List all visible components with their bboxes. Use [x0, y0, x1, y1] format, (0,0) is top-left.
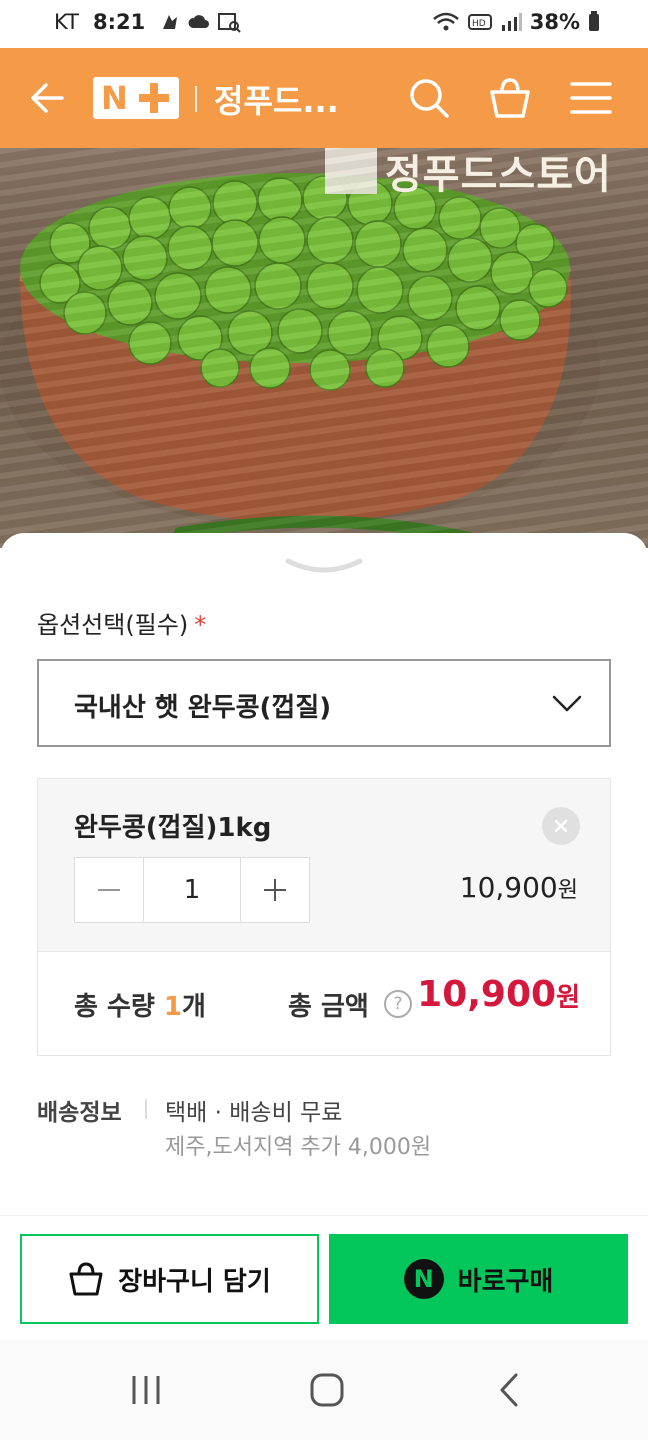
menu-icon[interactable]: [569, 76, 613, 120]
help-icon[interactable]: ?: [384, 990, 412, 1018]
item-price: 10,900원: [459, 871, 578, 904]
status-bar: KT 8:21 HD 38%: [0, 0, 648, 48]
store-header: N 정푸드...: [0, 48, 648, 148]
gallery-icon: [218, 13, 241, 33]
buy-now-label: 바로구매: [457, 1266, 554, 1297]
status-right: HD 38%: [432, 10, 600, 34]
shopping-bag-icon[interactable]: [488, 76, 532, 120]
naver-plus-logo[interactable]: N: [93, 77, 179, 119]
total-amount: 10,900원: [417, 974, 580, 1015]
option-select[interactable]: 국내산 햇 완두콩(껍질): [37, 659, 611, 747]
wifi-icon: [432, 12, 459, 31]
selected-item: 완두콩(껍질)1kg 1 10,900원: [37, 778, 611, 952]
shipping-extra-fee: 제주,도서지역 추가 4,000원: [165, 1135, 432, 1160]
quantity-input[interactable]: 1: [143, 858, 241, 922]
hd-icon: HD: [467, 14, 492, 30]
header-divider: [195, 86, 197, 112]
cloud-icon: [188, 15, 210, 28]
buy-now-button[interactable]: N 바로구매: [329, 1234, 628, 1324]
notification-app-icon: [163, 15, 178, 29]
required-mark: *: [194, 611, 207, 639]
system-nav-bar: [0, 1340, 648, 1440]
increase-button[interactable]: [241, 858, 309, 922]
recent-apps-icon[interactable]: [126, 1370, 166, 1410]
battery-icon: [589, 11, 599, 31]
product-image[interactable]: 정푸드스토어: [0, 148, 648, 548]
svg-text:HD: HD: [472, 19, 486, 29]
naver-pay-icon: N: [403, 1259, 444, 1299]
decrease-button[interactable]: [75, 858, 143, 922]
item-name: 완두콩(껍질)1kg: [74, 813, 272, 843]
shopping-bag-icon: [69, 1262, 103, 1296]
close-icon: [554, 819, 568, 833]
logo-n-letter: N: [101, 79, 128, 117]
back-arrow-icon[interactable]: [28, 78, 68, 118]
add-to-cart-label: 장바구니 담기: [118, 1266, 271, 1297]
add-to-cart-button[interactable]: 장바구니 담기: [20, 1234, 319, 1324]
back-nav-icon[interactable]: [490, 1370, 530, 1410]
notification-icons: [159, 11, 241, 33]
clock: 8:21: [92, 10, 146, 34]
shipping-method: 택배 · 배송비 무료: [165, 1100, 343, 1126]
minus-icon: [98, 889, 120, 891]
search-icon[interactable]: [407, 76, 451, 120]
store-watermark: 정푸드스토어: [385, 151, 612, 198]
purchase-action-bar: 장바구니 담기 N 바로구매: [0, 1215, 648, 1340]
shipping-divider: [145, 1099, 147, 1119]
total-amount-label: 총 금액: [288, 992, 369, 1022]
carrier-label: KT: [54, 10, 79, 34]
plus-icon: [264, 879, 286, 901]
chevron-down-icon: [552, 695, 582, 712]
home-icon[interactable]: [307, 1370, 347, 1410]
collapse-chevron-icon[interactable]: [284, 555, 364, 579]
total-quantity: 총 수량 1개: [74, 992, 206, 1022]
selected-option: 국내산 햇 완두콩(껍질): [74, 693, 332, 723]
store-title[interactable]: 정푸드...: [214, 76, 339, 122]
option-label: 옵션선택(필수) *: [37, 611, 207, 639]
signal-icon: [501, 13, 522, 31]
total-quantity-value: 1: [163, 992, 182, 1022]
battery-percent: 38%: [529, 10, 580, 34]
option-sheet: 옵션선택(필수) * 국내산 햇 완두콩(껍질) 완두콩(껍질)1kg 1 10,…: [0, 533, 648, 1223]
total-summary: 총 수량 1개 총 금액 ? 10,900원: [37, 952, 611, 1056]
remove-item-button[interactable]: [542, 807, 580, 845]
status-left: KT 8:21: [54, 10, 241, 34]
quantity-stepper: 1: [74, 857, 310, 923]
shipping-label: 배송정보: [37, 1100, 122, 1126]
